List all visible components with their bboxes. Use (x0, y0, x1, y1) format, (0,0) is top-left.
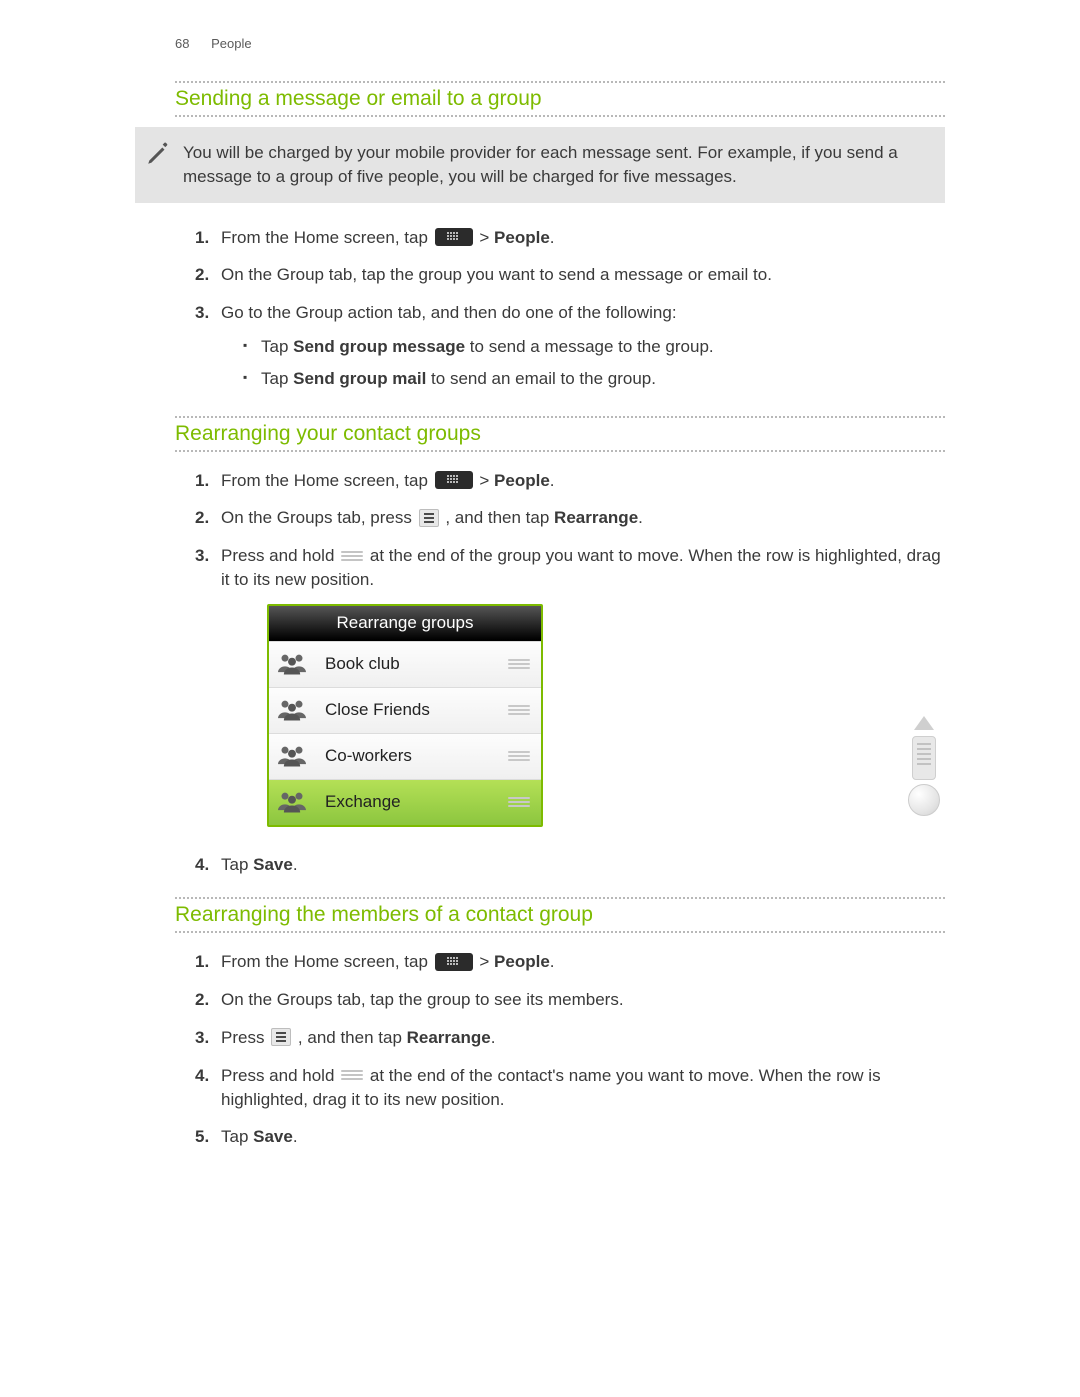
group-row-selected[interactable]: Exchange (269, 779, 541, 825)
drag-handle[interactable] (497, 797, 541, 807)
step-item: Tap Save. (195, 846, 945, 884)
steps-list: From the Home screen, tap > People. On t… (195, 462, 945, 884)
step-item: On the Group tab, tap the group you want… (195, 256, 945, 294)
heading-rearrange-members: Rearranging the members of a contact gro… (175, 897, 945, 933)
rearrange-label: Rearrange (407, 1028, 491, 1047)
save-label: Save (253, 855, 293, 874)
group-icon (278, 653, 306, 675)
step-item: From the Home screen, tap > People. (195, 219, 945, 257)
note-text: You will be charged by your mobile provi… (183, 143, 898, 186)
group-icon (278, 745, 306, 767)
step-item: On the Groups tab, press , and then tap … (195, 499, 945, 537)
group-row[interactable]: Book club (269, 641, 541, 687)
note-block: You will be charged by your mobile provi… (135, 127, 945, 203)
people-label: People (494, 471, 550, 490)
heading-send-message: Sending a message or email to a group (175, 81, 945, 117)
drag-handle[interactable] (497, 659, 541, 669)
drag-handle-icon (341, 548, 363, 564)
bullet-item: Tap Send group message to send a message… (243, 331, 945, 363)
rearrange-groups-widget: Rearrange groups Book club Close Friends… (267, 604, 543, 827)
bullet-item: Tap Send group mail to send an email to … (243, 363, 945, 395)
drag-handle[interactable] (497, 705, 541, 715)
pencil-icon (145, 141, 171, 167)
step-item: Press and hold at the end of the group y… (195, 537, 945, 845)
step-item: Press and hold at the end of the contact… (195, 1057, 945, 1119)
group-label: Book club (315, 652, 497, 676)
page-number: 68 (175, 36, 189, 51)
group-icon (278, 791, 306, 813)
arrow-up-icon (914, 716, 934, 730)
save-label: Save (253, 1127, 293, 1146)
step-item: On the Groups tab, tap the group to see … (195, 981, 945, 1019)
step-item: Go to the Group action tab, and then do … (195, 294, 945, 401)
apps-grid-icon (435, 228, 473, 246)
group-label: Close Friends (315, 698, 497, 722)
rearrange-label: Rearrange (554, 508, 638, 527)
people-label: People (494, 228, 550, 247)
people-label: People (494, 952, 550, 971)
drag-handle-icon (341, 1067, 363, 1083)
menu-icon (419, 509, 439, 527)
step-item: Press , and then tap Rearrange. (195, 1019, 945, 1057)
steps-list: From the Home screen, tap > People. On t… (195, 219, 945, 402)
widget-title: Rearrange groups (269, 606, 541, 641)
section-title: People (211, 36, 251, 51)
scroll-knob-icon (908, 784, 940, 816)
group-row[interactable]: Co-workers (269, 733, 541, 779)
step-item: Tap Save. (195, 1118, 945, 1156)
heading-rearrange-groups: Rearranging your contact groups (175, 416, 945, 452)
page-header: 68 People (175, 36, 945, 51)
steps-list: From the Home screen, tap > People. On t… (195, 943, 945, 1156)
menu-icon (271, 1028, 291, 1046)
step-item: From the Home screen, tap > People. (195, 943, 945, 981)
group-row[interactable]: Close Friends (269, 687, 541, 733)
scroll-indicator (907, 716, 941, 826)
apps-grid-icon (435, 471, 473, 489)
drag-handle[interactable] (497, 751, 541, 761)
group-label: Exchange (315, 790, 497, 814)
group-label: Co-workers (315, 744, 497, 768)
group-icon (278, 699, 306, 721)
apps-grid-icon (435, 953, 473, 971)
step-item: From the Home screen, tap > People. (195, 462, 945, 500)
